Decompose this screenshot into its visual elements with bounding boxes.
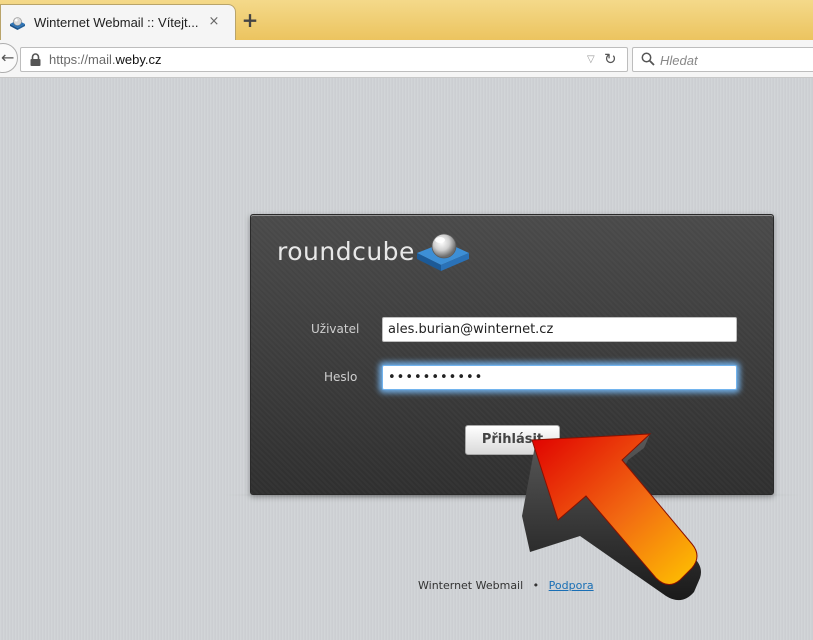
password-field[interactable] — [382, 365, 737, 390]
search-icon — [641, 52, 655, 66]
tab-webmail[interactable]: Winternet Webmail :: Vítejt... × — [0, 4, 236, 40]
tab-title: Winternet Webmail :: Vítejt... — [34, 15, 199, 30]
username-label: Uživatel — [311, 322, 360, 336]
back-arrow-icon: ← — [1, 48, 15, 67]
roundcube-favicon-icon — [10, 17, 25, 30]
search-bar[interactable] — [632, 47, 813, 72]
password-label: Heslo — [324, 370, 358, 384]
lock-icon — [30, 53, 41, 66]
nav-bar: ← https://mail.weby.cz ▽ ↻ — [0, 40, 813, 78]
reload-icon[interactable]: ↻ — [604, 51, 620, 67]
url-prefix: https://mail. — [49, 52, 116, 67]
url-host: weby.cz — [115, 52, 162, 67]
roundcube-logo: roundcube — [277, 227, 477, 275]
url-text: https://mail.weby.cz — [49, 52, 161, 67]
footer-product: Winternet Webmail — [418, 579, 524, 592]
back-button[interactable]: ← — [0, 43, 18, 73]
logo-text: roundcube — [277, 237, 415, 266]
roundcube-cube-icon — [417, 233, 469, 271]
annotation-arrow-icon — [522, 433, 701, 601]
address-bar[interactable]: https://mail.weby.cz ▽ ↻ — [20, 47, 628, 72]
username-field[interactable] — [382, 317, 737, 342]
new-tab-button[interactable]: + — [238, 8, 262, 32]
url-dropdown-icon[interactable]: ▽ — [587, 54, 599, 66]
close-tab-icon[interactable]: × — [206, 14, 222, 30]
search-input[interactable] — [660, 51, 810, 69]
tab-bar: Winternet Webmail :: Vítejt... × + — [0, 0, 813, 40]
